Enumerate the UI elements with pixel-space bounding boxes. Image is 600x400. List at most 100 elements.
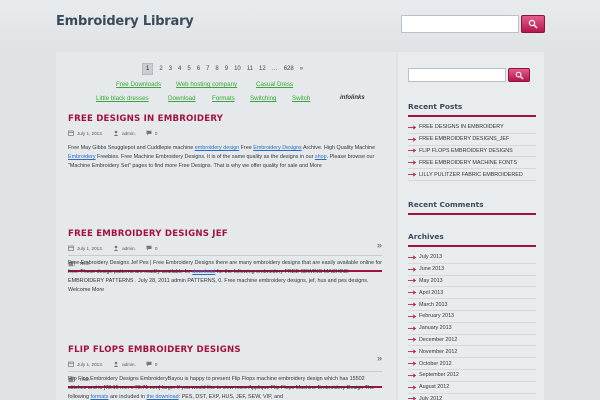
post-author[interactable]: admin. — [122, 246, 136, 251]
archive-item[interactable]: March 2013 — [408, 299, 536, 311]
arrow-right-icon — [408, 278, 416, 284]
header-search-button[interactable] — [521, 15, 545, 33]
recent-comments-widget: Recent Comments — [408, 200, 536, 215]
post-comment-count[interactable]: 0 — [155, 362, 158, 367]
archive-item-label: June 2013 — [419, 266, 445, 273]
site-title[interactable]: Embroidery Library — [56, 14, 194, 29]
recent-post-item-label: FLIP FLOPS EMBROIDERY DESIGNS — [419, 147, 513, 154]
widget-title: Recent Posts — [408, 102, 536, 117]
archive-item-label: November 2012 — [419, 348, 458, 355]
header-search — [401, 15, 545, 33]
archive-item[interactable]: November 2012 — [408, 346, 536, 359]
ad-link[interactable]: Casual Dress — [256, 81, 293, 88]
ad-link[interactable]: Little black dresses — [96, 95, 149, 102]
ad-link[interactable]: Free Downloads — [116, 81, 161, 88]
page-link[interactable]: 628 — [284, 66, 294, 72]
ad-link[interactable]: Formats — [212, 95, 235, 102]
page-link[interactable]: 6 — [197, 66, 200, 72]
page-link[interactable]: 10 — [234, 66, 241, 72]
archive-item[interactable]: September 2012 — [408, 370, 536, 382]
arrow-right-icon — [408, 255, 416, 260]
ad-link[interactable]: Web hosting company — [176, 81, 237, 88]
inline-link[interactable]: download — [192, 269, 215, 275]
post-meta: July 1, 2013. admin. 0 — [68, 130, 382, 136]
post-title[interactable]: FREE DESIGNS IN EMBROIDERY — [68, 114, 382, 124]
more-link[interactable]: More — [92, 287, 104, 293]
sidebar-search-button[interactable] — [508, 68, 530, 82]
page-link[interactable]: 4 — [178, 66, 181, 72]
page-link[interactable]: 12 — [259, 66, 266, 72]
recent-post-item[interactable]: FLIP FLOPS EMBROIDERY DESIGNS — [408, 146, 536, 158]
archive-item-label: February 2013 — [419, 313, 455, 320]
site-header: Embroidery Library — [0, 0, 600, 50]
recent-post-item-label: FREE DESIGNS IN EMBROIDERY — [419, 124, 504, 131]
arrow-right-icon — [408, 373, 416, 378]
archive-item[interactable]: February 2013 — [408, 311, 536, 323]
archive-item-label: March 2013 — [419, 301, 448, 308]
user-icon — [113, 245, 119, 251]
page-link[interactable]: » — [300, 66, 303, 72]
header-search-input[interactable] — [401, 15, 519, 33]
recent-post-item-label: FREE EMBROIDERY DESIGNS_JEF — [419, 136, 510, 143]
recent-post-item[interactable]: FREE DESIGNS IN EMBROIDERY — [408, 122, 536, 134]
post-title[interactable]: FREE EMBROIDERY DESIGNS JEF — [68, 229, 382, 239]
arrow-right-icon — [408, 385, 416, 390]
inline-link[interactable]: shop — [315, 154, 327, 160]
post-excerpt: Free Embroidery Designs Jef Pes | Free E… — [68, 260, 382, 293]
post-excerpt: Free May Gibbs Snugglepot and Cuddlepie … — [68, 145, 376, 169]
sidebar-search-input[interactable] — [408, 68, 506, 82]
ad-link[interactable]: Switch — [292, 95, 310, 102]
ad-link[interactable]: Switching — [250, 95, 276, 102]
arrow-right-icon — [408, 125, 416, 130]
page-link[interactable]: … — [272, 66, 278, 72]
archive-item[interactable]: April 2013 — [408, 287, 536, 300]
arrow-right-icon — [408, 326, 416, 331]
arrow-right-icon — [408, 302, 416, 307]
inline-link[interactable]: the download — [147, 394, 179, 400]
page-link[interactable]: 5 — [187, 66, 190, 72]
inline-link[interactable]: formats — [90, 394, 108, 400]
post: FLIP FLOPS EMBROIDERY DESIGNS July 1, 20… — [68, 345, 382, 400]
inline-link[interactable]: embroidery design — [195, 145, 239, 151]
ad-link[interactable]: Download — [168, 95, 196, 102]
main-content: 1 2 3 4 5 6 7 8 9 10 11 12… 628» Free Downloads Web … — [56, 52, 396, 400]
recent-post-item[interactable]: FREE EMBROIDERY MACHINE FONTS — [408, 157, 536, 170]
search-icon — [528, 19, 538, 29]
archive-item-label: July 2012 — [419, 395, 443, 400]
widget-title: Recent Comments — [408, 200, 536, 215]
recent-posts-widget: Recent Posts FREE DESIGNS IN EMBROIDERY F… — [408, 102, 536, 181]
archive-item[interactable]: May 2013 — [408, 276, 536, 288]
page-link[interactable]: 3 — [169, 66, 172, 72]
page-link-current[interactable]: 1 — [142, 63, 154, 75]
page-link[interactable]: 2 — [159, 66, 162, 72]
inline-link[interactable]: Embroidery Designs — [253, 145, 302, 151]
more-link[interactable]: More — [310, 163, 322, 169]
archive-item[interactable]: July 2012 — [408, 394, 536, 400]
post-comment-count[interactable]: 0 — [155, 246, 158, 251]
post-comment-count[interactable]: 0 — [155, 131, 158, 136]
archive-item[interactable]: July 2013 — [408, 252, 536, 264]
post-author[interactable]: admin. — [122, 131, 136, 136]
inline-link[interactable]: Embroidery — [68, 154, 96, 160]
archive-item[interactable]: December 2012 — [408, 335, 536, 347]
page-link[interactable]: 11 — [247, 66, 253, 72]
archives-widget: Archives July 2013 June 2013 May 2013 April… — [408, 232, 536, 400]
archive-item[interactable]: August 2012 — [408, 382, 536, 394]
user-icon — [113, 361, 119, 367]
archive-item[interactable]: January 2013 — [408, 323, 536, 335]
archive-item-label: September 2012 — [419, 372, 459, 379]
pagination: 1 2 3 4 5 6 7 8 9 10 11 12… 628» — [142, 63, 309, 75]
search-icon — [515, 71, 524, 80]
archive-item[interactable]: October 2012 — [408, 358, 536, 370]
archive-item[interactable]: June 2013 — [408, 264, 536, 276]
recent-post-item[interactable]: FREE EMBROIDERY DESIGNS_JEF — [408, 134, 536, 146]
archive-item-label: April 2013 — [419, 289, 444, 296]
post-excerpt: Flip Flop Embroidery Designs EmbroideryB… — [68, 376, 375, 400]
post-title[interactable]: FLIP FLOPS EMBROIDERY DESIGNS — [68, 345, 382, 355]
post-author[interactable]: admin. — [122, 362, 136, 367]
page-link[interactable]: 9 — [225, 66, 228, 72]
calendar-icon — [68, 245, 74, 251]
page-link[interactable]: 7 — [206, 66, 209, 72]
recent-post-item[interactable]: LILLY PULITZER FABRIC EMBROIDERED — [408, 169, 536, 181]
page-link[interactable]: 8 — [215, 66, 218, 72]
